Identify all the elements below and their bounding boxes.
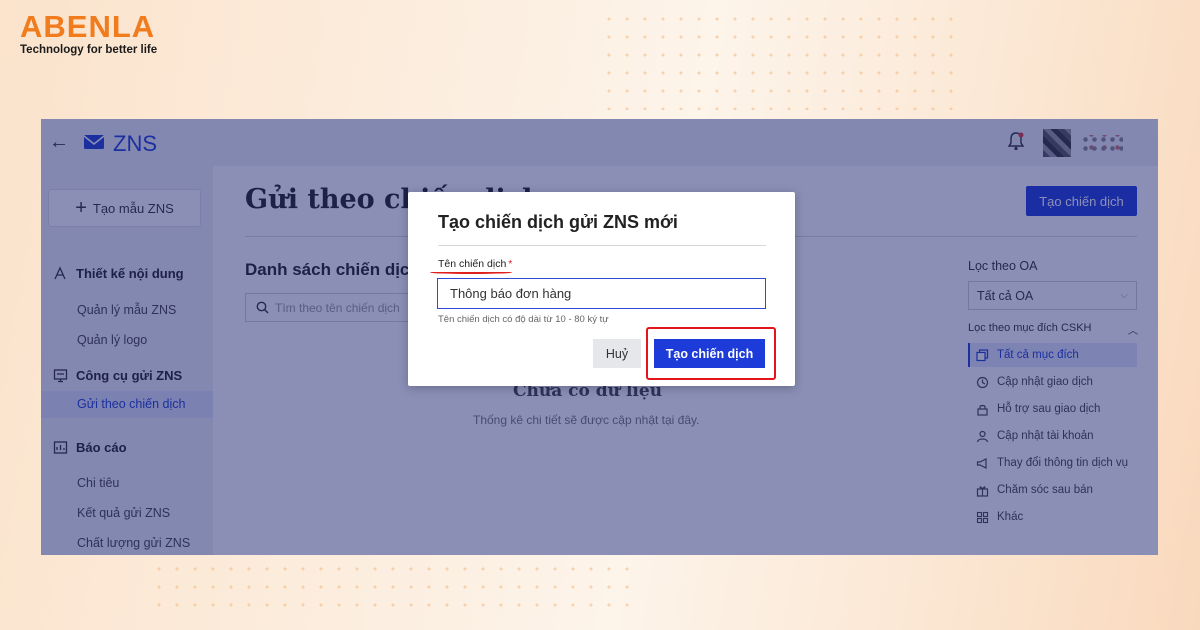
label-annotation-underline <box>430 271 512 274</box>
campaign-name-hint: Tên chiến dịch có độ dài từ 10 - 80 ký t… <box>438 314 609 325</box>
brand-logo: ABENLA Technology for better life <box>20 9 158 56</box>
dialog-title: Tạo chiến dịch gửi ZNS mới <box>438 212 678 232</box>
decor-dots-top <box>600 10 960 110</box>
required-mark: * <box>508 258 513 270</box>
brand-name: ABENLA <box>20 9 156 44</box>
dialog-divider <box>438 245 766 246</box>
campaign-name-input[interactable] <box>437 278 766 309</box>
decor-dots-bottom <box>150 560 630 620</box>
annotation-highlight-box <box>646 327 776 380</box>
brand-tagline: Technology for better life <box>20 44 158 56</box>
campaign-name-label-text: Tên chiến dịch <box>438 258 507 270</box>
campaign-name-label: Tên chiến dịch * <box>438 258 512 270</box>
cancel-button[interactable]: Huỷ <box>593 339 641 368</box>
